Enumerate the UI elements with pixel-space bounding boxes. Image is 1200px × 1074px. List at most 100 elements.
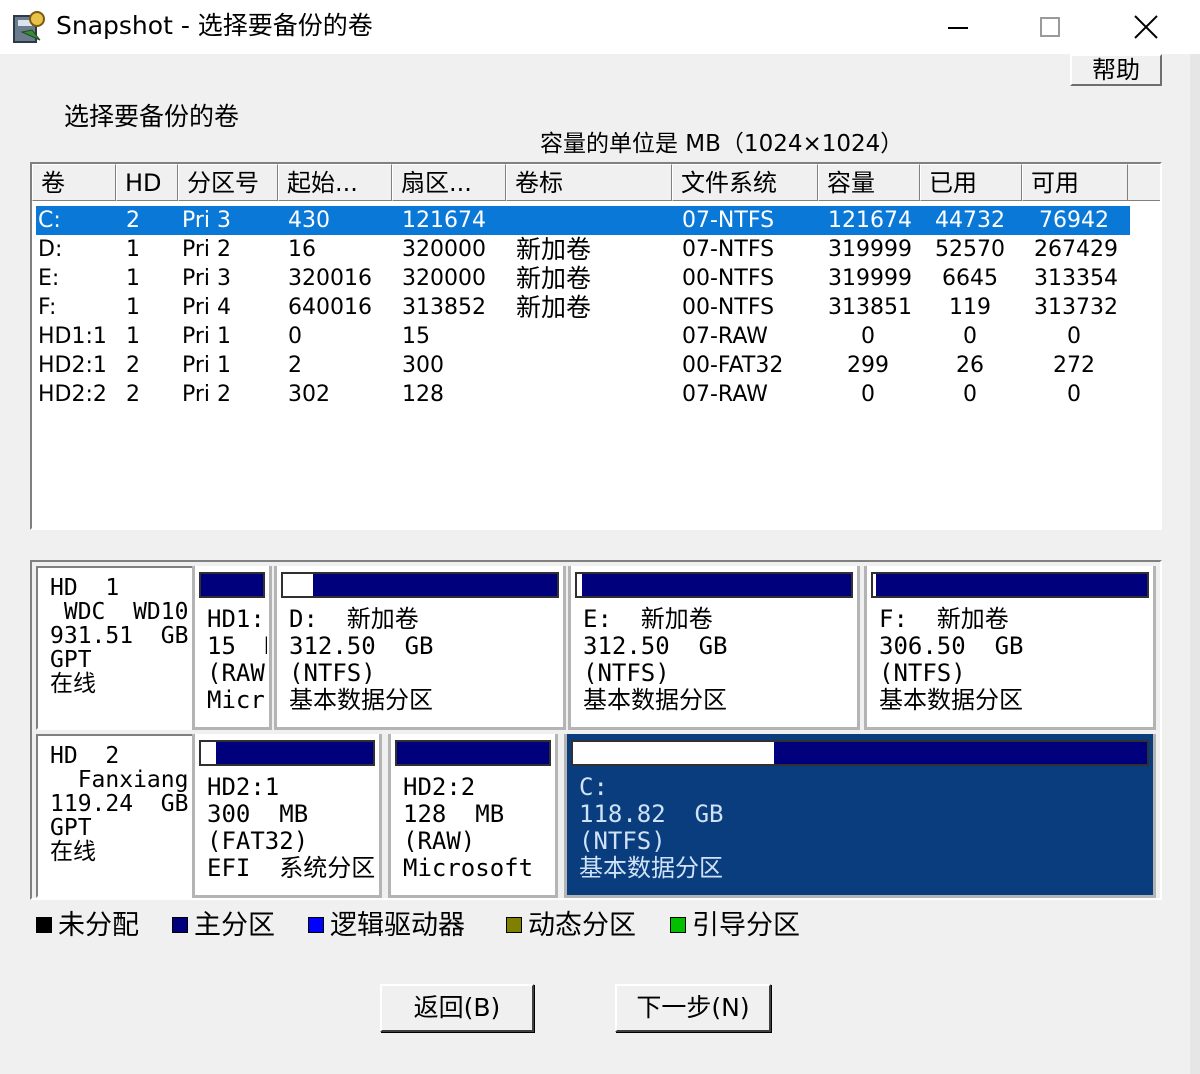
table-cell: 26 — [956, 353, 984, 378]
table-cell: Pri 4 — [182, 295, 232, 320]
table-cell: 119 — [949, 295, 991, 320]
legend-label: 动态分区 — [528, 910, 636, 941]
table-cell: Pri 1 — [182, 353, 232, 378]
close-button[interactable] — [1116, 6, 1176, 48]
table-cell: 2 — [288, 353, 302, 378]
column-header[interactable]: HD — [116, 164, 178, 201]
table-cell: 00-NTFS — [682, 295, 775, 320]
column-header[interactable]: 已用 — [920, 164, 1022, 201]
legend-label: 未分配 — [58, 910, 139, 941]
table-cell: 430 — [288, 208, 330, 233]
maximize-button[interactable] — [1020, 6, 1080, 48]
minimize-button[interactable] — [928, 6, 988, 48]
title-bar: Snapshot - 选择要备份的卷 — [0, 0, 1200, 54]
table-cell: 0 — [1067, 382, 1081, 407]
disk-info[interactable]: HD 1 WDC WD10: 931.51 GB GPT 在线 — [36, 566, 196, 730]
minimize-icon — [948, 27, 968, 29]
close-icon — [1134, 15, 1158, 39]
column-header[interactable]: 卷标 — [506, 164, 672, 201]
partition-used-fill — [283, 574, 314, 596]
partition-usage-bar — [571, 740, 1149, 766]
table-cell: 07-RAW — [682, 382, 768, 407]
table-cell: 313851 — [828, 295, 912, 320]
table-cell: Pri 2 — [182, 237, 232, 262]
table-cell: 319999 — [828, 266, 912, 291]
partition-label: HD1: 15 M (RAW Micr — [207, 606, 267, 714]
table-row[interactable]: C: 2 Pri 3 430 121674 07-NTFS 121674 44732 76942 — [36, 206, 1130, 235]
table-cell: 300 — [402, 353, 444, 378]
partition-block[interactable]: HD2:1 300 MB (FAT32) EFI 系统分区 — [192, 734, 382, 898]
table-cell: 0 — [861, 382, 875, 407]
table-cell: 2 — [126, 353, 140, 378]
table-cell: 44732 — [935, 208, 1005, 233]
table-row[interactable]: F: 1 Pri 4 640016 313852 新加卷 00-NTFS 313851 119 3… — [36, 293, 1130, 322]
table-cell: F: — [38, 295, 57, 320]
table-cell: 0 — [963, 382, 977, 407]
table-cell: 640016 — [288, 295, 372, 320]
partition-block[interactable]: F: 新加卷 306.50 GB (NTFS) 基本数据分区 — [864, 566, 1156, 730]
table-cell: HD2:2 — [38, 382, 107, 407]
partition-usage-bar — [395, 740, 551, 766]
table-cell: 313852 — [402, 295, 486, 320]
unit-label: 容量的单位是 MB（1024×1024） — [540, 131, 904, 157]
table-cell: 1 — [126, 237, 140, 262]
table-cell: HD2:1 — [38, 353, 107, 378]
table-cell: 121674 — [402, 208, 486, 233]
table-cell: 1 — [126, 324, 140, 349]
page-heading: 选择要备份的卷 — [64, 102, 240, 131]
table-row[interactable]: HD2:2 2 Pri 2 302 128 07-RAW 0 0 0 — [36, 380, 1130, 409]
table-cell: 121674 — [828, 208, 912, 233]
table-cell: D: — [38, 237, 63, 262]
legend-item: 动态分区 — [506, 906, 636, 946]
partition-block[interactable]: C: 118.82 GB (NTFS) 基本数据分区 — [564, 734, 1156, 898]
partition-usage-bar — [199, 572, 265, 598]
legend-item: 逻辑驱动器 — [308, 906, 465, 946]
next-button[interactable]: 下一步(N) — [615, 984, 771, 1032]
table-cell: 6645 — [942, 266, 998, 291]
legend-swatch — [308, 917, 324, 933]
table-row[interactable]: D: 1 Pri 2 16 320000 新加卷 07-NTFS 319999 52570 267… — [36, 235, 1130, 264]
column-header[interactable]: 扇区... — [392, 164, 506, 201]
legend-item: 未分配 — [36, 906, 139, 946]
legend-swatch — [36, 917, 52, 933]
disk-info[interactable]: HD 2 Fanxiang 119.24 GB GPT 在线 — [36, 734, 196, 898]
table-cell: 新加卷 — [516, 293, 592, 322]
back-button[interactable]: 返回(B) — [380, 984, 534, 1032]
table-cell: 267429 — [1034, 237, 1118, 262]
column-header[interactable]: 分区号 — [178, 164, 278, 201]
column-header[interactable]: 起始... — [278, 164, 392, 201]
table-cell: Pri 3 — [182, 208, 232, 233]
legend-swatch — [172, 917, 188, 933]
table-cell: 07-RAW — [682, 324, 768, 349]
table-cell: 07-NTFS — [682, 237, 775, 262]
help-button[interactable]: 帮助 — [1070, 54, 1162, 86]
partition-block[interactable]: HD1: 15 M (RAW Micr — [192, 566, 272, 730]
table-row[interactable]: E: 1 Pri 3 320016 320000 新加卷 00-NTFS 319999 6645… — [36, 264, 1130, 293]
table-row[interactable]: HD1:1 1 Pri 1 0 15 07-RAW 0 0 0 — [36, 322, 1130, 351]
partition-block[interactable]: D: 新加卷 312.50 GB (NTFS) 基本数据分区 — [274, 566, 566, 730]
partition-usage-bar — [281, 572, 559, 598]
table-cell: 1 — [126, 266, 140, 291]
partition-label: F: 新加卷 306.50 GB (NTFS) 基本数据分区 — [879, 606, 1024, 714]
legend-label: 引导分区 — [692, 910, 800, 941]
partition-block[interactable]: E: 新加卷 312.50 GB (NTFS) 基本数据分区 — [568, 566, 860, 730]
partition-label: D: 新加卷 312.50 GB (NTFS) 基本数据分区 — [289, 606, 434, 714]
table-cell: 320016 — [288, 266, 372, 291]
partition-used-fill — [577, 574, 583, 596]
column-header[interactable]: 容量 — [818, 164, 920, 201]
partition-block[interactable]: HD2:2 128 MB (RAW) Microsoft — [388, 734, 558, 898]
table-cell: 15 — [402, 324, 430, 349]
legend-item: 主分区 — [172, 906, 275, 946]
legend-swatch — [670, 917, 686, 933]
column-header[interactable]: 可用 — [1022, 164, 1128, 201]
volume-list[interactable]: 卷 HD 分区号 起始... 扇区... 卷标 文件系统 容量 已用 可用 C: 2 Pri 3 430… — [30, 162, 1162, 530]
table-cell: E: — [38, 266, 60, 291]
column-header[interactable]: 卷 — [32, 164, 116, 201]
table-row[interactable]: HD2:1 2 Pri 1 2 300 00-FAT32 299 26 272 — [36, 351, 1130, 380]
table-cell: 272 — [1053, 353, 1095, 378]
column-header[interactable]: 文件系统 — [672, 164, 818, 201]
table-cell: 76942 — [1039, 208, 1109, 233]
table-cell: Pri 2 — [182, 382, 232, 407]
partition-usage-bar — [871, 572, 1149, 598]
table-cell: 0 — [1067, 324, 1081, 349]
